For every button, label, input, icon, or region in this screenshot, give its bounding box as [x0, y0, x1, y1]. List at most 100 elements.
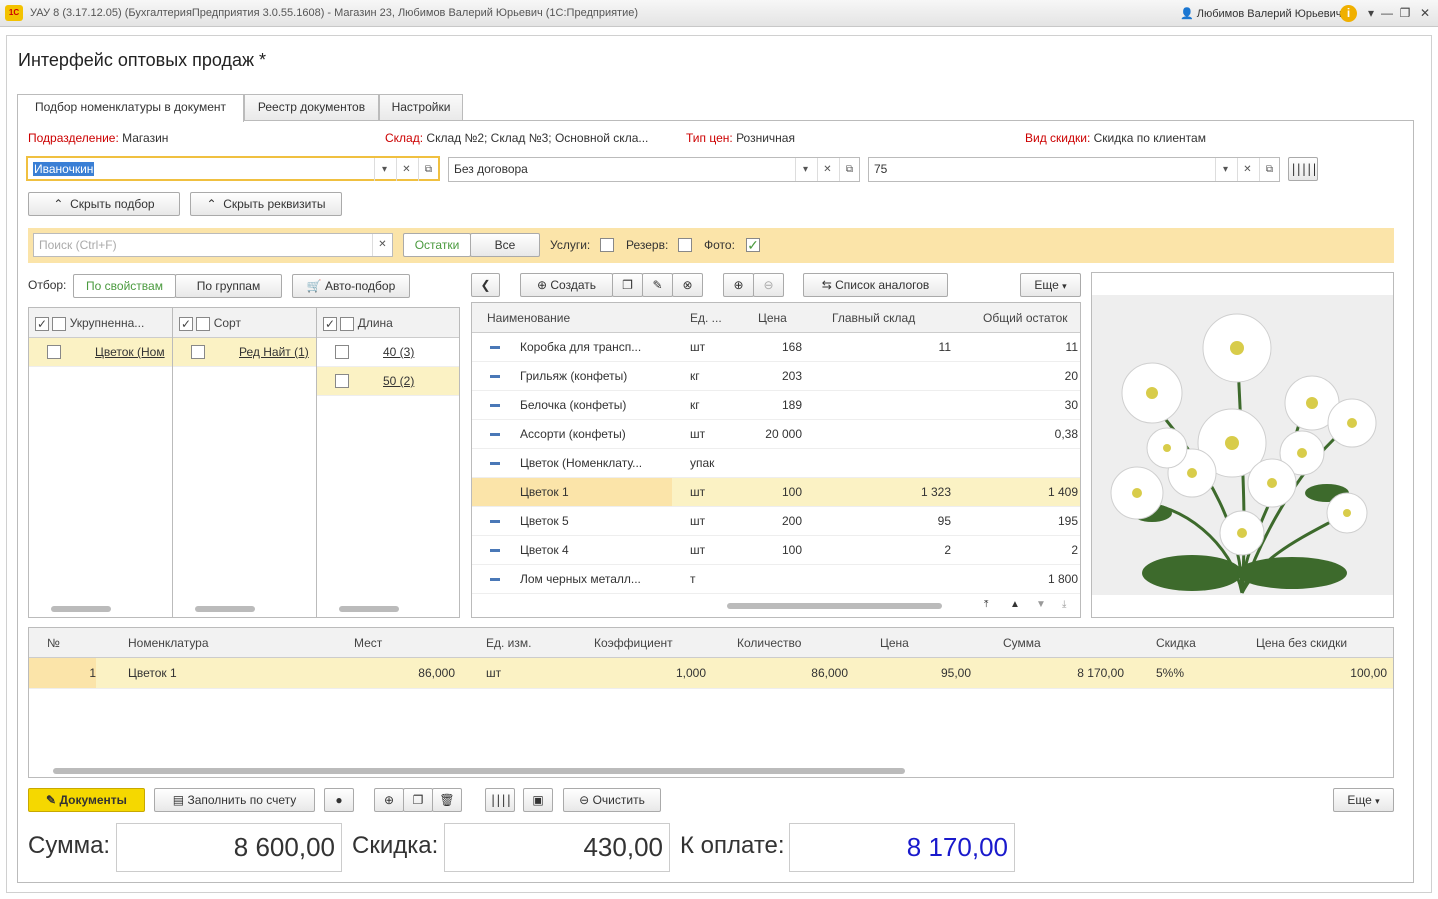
table-row[interactable]: Цветок 1 шт 100 1 323 1 409	[472, 478, 1080, 507]
table-row[interactable]: Ассорти (конфеты) шт 20 000 0,38	[472, 420, 1080, 449]
list-item[interactable]: 50 (2)	[317, 367, 459, 396]
item-checkbox[interactable]	[47, 345, 61, 359]
analogs-button[interactable]: ⇆ Список аналогов	[803, 273, 948, 297]
scrollbar[interactable]	[727, 603, 942, 609]
services-checkbox[interactable]	[600, 238, 614, 252]
col-total-stock[interactable]: Общий остаток	[983, 303, 1080, 332]
table-row[interactable]: Грильяж (конфеты) кг 203 20	[472, 362, 1080, 391]
toggle-all[interactable]: Все	[470, 233, 540, 257]
zoom-out-button[interactable]: ⊖	[753, 273, 784, 297]
col-item[interactable]: Номенклатура	[128, 628, 308, 657]
scroll-first-icon[interactable]: ⤒	[984, 599, 988, 610]
user-name[interactable]: 👤 Любимов Валерий Юрьевич	[1180, 7, 1342, 20]
filter-item-label[interactable]: Цветок (Ном	[95, 338, 165, 367]
table-row[interactable]: Коробка для трансп... шт 168 11 11	[472, 333, 1080, 362]
barcode-button[interactable]: |||||	[1288, 157, 1318, 181]
tab-registry[interactable]: Реестр документов	[244, 94, 379, 121]
tab-settings[interactable]: Настройки	[379, 94, 463, 121]
filter-by-groups[interactable]: По группам	[175, 274, 282, 298]
contract-field[interactable]: Без договора ▾ ✕ ⧉	[448, 157, 860, 182]
delete-row-button[interactable]: 🗑	[432, 788, 462, 812]
check-all-checkbox[interactable]: ✓	[323, 316, 337, 331]
delete-button[interactable]: ⊗	[672, 273, 703, 297]
filter-by-props[interactable]: По свойствам	[73, 274, 176, 298]
check-all-checkbox[interactable]: ✓	[35, 316, 49, 331]
table-row[interactable]: Цветок 5 шт 200 95 195	[472, 507, 1080, 536]
add-row-button[interactable]: ⊕	[374, 788, 404, 812]
col-price[interactable]: Цена	[758, 303, 818, 332]
col-discount[interactable]: Скидка	[1156, 628, 1246, 657]
uncheck-all-checkbox[interactable]	[340, 316, 355, 331]
col-coef[interactable]: Коэффициент	[594, 628, 714, 657]
maximize-icon[interactable]: ❐	[1394, 4, 1416, 22]
clear-button[interactable]: ⊖ Очистить	[563, 788, 661, 812]
client-field[interactable]: Иваночкин ▾ ✕ ⧉	[26, 156, 440, 181]
table-row[interactable]: 1 Цветок 1 86,000 шт 1,000 86,000 95,00 …	[29, 658, 1393, 689]
copy-button[interactable]: ❐	[612, 273, 643, 297]
clear-icon[interactable]: ✕	[396, 158, 416, 181]
piggy-button[interactable]: ●	[324, 788, 354, 812]
back-button[interactable]: ❮	[471, 273, 500, 297]
hide-details-button[interactable]: ⌃ Скрыть реквизиты	[190, 192, 342, 216]
dropdown-icon[interactable]: ▾	[795, 158, 815, 181]
list-item[interactable]: 40 (3)	[317, 338, 459, 367]
scroll-down-icon[interactable]: ▼	[1036, 599, 1046, 610]
hide-selection-button[interactable]: ⌃ Скрыть подбор	[28, 192, 180, 216]
scrollbar[interactable]	[195, 606, 255, 612]
check-all-checkbox[interactable]: ✓	[179, 316, 193, 331]
create-button[interactable]: ⊕ Создать	[520, 273, 613, 297]
col-qty[interactable]: Количество	[737, 628, 857, 657]
toggle-stock[interactable]: Остатки	[403, 233, 471, 257]
more-bottom-button[interactable]: Еще ▾	[1333, 788, 1394, 812]
scrollbar[interactable]	[51, 606, 111, 612]
terminal-button[interactable]: ▣	[523, 788, 553, 812]
documents-button[interactable]: ✎ Документы	[28, 788, 145, 812]
item-checkbox[interactable]	[335, 345, 349, 359]
table-row[interactable]: Цветок 4 шт 100 2 2	[472, 536, 1080, 565]
info-icon[interactable]: i	[1340, 5, 1357, 22]
edit-button[interactable]: ✎	[642, 273, 673, 297]
filter-item-label[interactable]: Ред Найт (1)	[239, 338, 309, 367]
clear-icon[interactable]: ✕	[1237, 158, 1257, 181]
scrollbar[interactable]	[339, 606, 399, 612]
col-doc-price[interactable]: Цена	[880, 628, 980, 657]
clear-icon[interactable]: ✕	[817, 158, 837, 181]
reserve-checkbox[interactable]	[678, 238, 692, 252]
open-icon[interactable]: ⧉	[418, 158, 438, 181]
open-icon[interactable]: ⧉	[839, 158, 859, 181]
list-item[interactable]: Ред Найт (1)	[173, 338, 316, 367]
filter-item-label[interactable]: 50 (2)	[383, 367, 414, 396]
scroll-last-icon[interactable]: ⤓	[1062, 599, 1066, 610]
barcode-scan-button[interactable]: ||||	[485, 788, 515, 812]
col-places[interactable]: Мест	[354, 628, 454, 657]
col-price-nodisc[interactable]: Цена без скидки	[1256, 628, 1391, 657]
close-icon[interactable]: ✕	[1414, 4, 1436, 22]
col-sum[interactable]: Сумма	[1003, 628, 1123, 657]
photo-checkbox[interactable]: ✓	[746, 238, 760, 252]
table-row[interactable]: Белочка (конфеты) кг 189 30	[472, 391, 1080, 420]
open-icon[interactable]: ⧉	[1259, 158, 1279, 181]
fill-by-invoice-button[interactable]: ▤ Заполнить по счету	[154, 788, 315, 812]
table-row[interactable]: Лом черных металл... т 1 800	[472, 565, 1080, 594]
list-item[interactable]: Цветок (Ном	[29, 338, 172, 367]
search-input[interactable]: Поиск (Ctrl+F) ✕	[33, 233, 393, 257]
table-row[interactable]: Цветок (Номенклату... упак	[472, 449, 1080, 478]
copy-row-button[interactable]: ❐	[403, 788, 433, 812]
dropdown-icon[interactable]: ▾	[1215, 158, 1235, 181]
item-checkbox[interactable]	[335, 374, 349, 388]
clear-icon[interactable]: ✕	[372, 234, 392, 256]
zoom-in-button[interactable]: ⊕	[723, 273, 754, 297]
uncheck-all-checkbox[interactable]	[52, 316, 67, 331]
more-button[interactable]: Еще ▾	[1020, 273, 1081, 297]
tab-selection[interactable]: Подбор номенклатуры в документ	[17, 94, 244, 122]
filter-item-label[interactable]: 40 (3)	[383, 338, 414, 367]
col-unit[interactable]: Ед. ...	[690, 303, 740, 332]
item-checkbox[interactable]	[191, 345, 205, 359]
col-main-stock[interactable]: Главный склад	[832, 303, 952, 332]
scroll-up-icon[interactable]: ▲	[1010, 599, 1020, 610]
scrollbar[interactable]	[53, 768, 905, 774]
col-uom[interactable]: Ед. изм.	[486, 628, 586, 657]
uncheck-all-checkbox[interactable]	[196, 316, 211, 331]
third-field[interactable]: 75 ▾ ✕ ⧉	[868, 157, 1280, 182]
dropdown-icon[interactable]: ▾	[374, 158, 394, 181]
